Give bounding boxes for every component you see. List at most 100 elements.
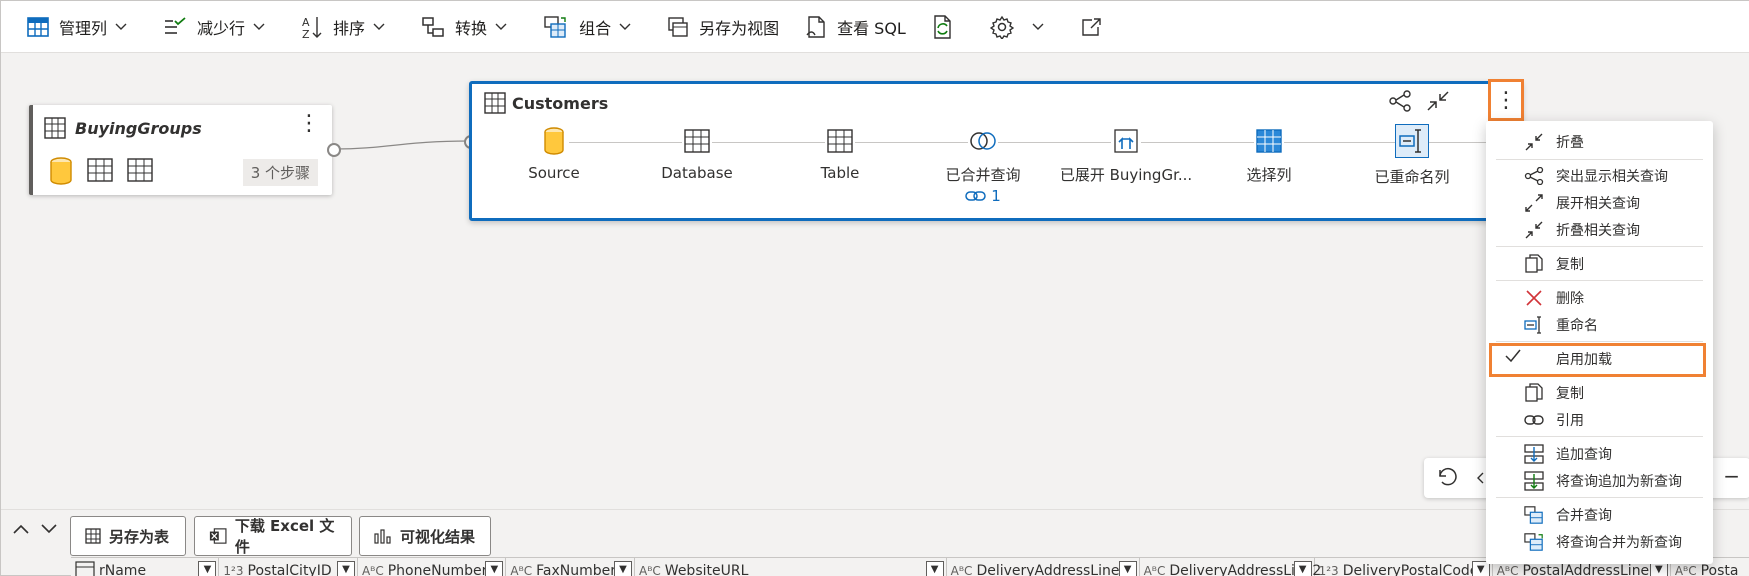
chart-icon [374,529,391,544]
column-dropdown[interactable]: ▼ [1118,561,1137,576]
column-header[interactable]: AᴮC DeliveryAddressLine2 ▼ [1140,558,1321,576]
chevron-left-icon[interactable] [1476,472,1484,484]
table-icon [44,117,66,139]
reduce-rows-icon [165,16,186,34]
column-dropdown[interactable]: ▼ [1293,561,1312,576]
column-dropdown[interactable]: ▼ [485,561,504,576]
column-name: rName [99,563,147,576]
step-label: Table [820,164,860,182]
menu-item-highlight-related[interactable]: 突出显示相关查询 [1486,163,1713,189]
rename-icon [1524,315,1544,335]
menu-item-reference[interactable]: 引用 [1486,407,1713,433]
column-dropdown[interactable]: ▼ [336,561,355,576]
highlight-related-icon[interactable] [1388,90,1412,112]
expand-icon [1111,126,1141,156]
output-port[interactable] [327,143,341,157]
menu-item-copy[interactable]: 复制 [1486,251,1713,277]
database-cylinder-icon[interactable] [49,157,73,185]
excel-icon [209,528,227,544]
undo-icon[interactable] [1436,466,1458,488]
popout-button[interactable] [1072,9,1120,45]
gear-icon [989,15,1014,39]
menu-separator [1496,341,1703,342]
query-card-customers[interactable]: Customers Source Database Table 已合并查询 1 [469,81,1528,221]
column-header[interactable]: 1²3 DeliveryPostalCode ▼ [1315,558,1493,576]
refresh-button[interactable] [924,9,972,45]
step-source[interactable]: Source [484,126,624,182]
step-renamed-columns[interactable]: 已重命名列 [1342,124,1482,187]
column-dropdown[interactable]: ▼ [614,561,633,576]
menu-item-label: 将查询追加为新查询 [1556,474,1682,490]
linked-queries-link[interactable]: 1 [913,187,1053,205]
column-dropdown[interactable]: ▼ [925,561,944,576]
save-as-table-button[interactable]: 另存为表 [70,516,186,556]
chevron-down-icon [1032,23,1044,30]
pane-toggle-group [13,524,57,534]
transform-button[interactable]: 转换 [413,9,525,45]
column-type: 1²3 [223,564,244,576]
menu-item-expand-related[interactable]: 展开相关查询 [1486,190,1713,216]
chevron-up-icon[interactable] [13,524,29,534]
save-as-view-label: 另存为视图 [699,18,780,38]
menu-item-delete[interactable]: 删除 [1486,285,1713,311]
link-icon [965,191,986,201]
menu-item-collapse[interactable]: 折叠 [1486,129,1713,155]
steps-count-badge: 3 个步骤 [242,159,318,186]
collapse-icon [1524,132,1544,152]
menu-separator [1496,436,1703,437]
manage-columns-button[interactable]: 管理列 [19,9,145,45]
column-header[interactable]: AᴮC WebsiteURL ▼ [635,558,947,576]
settings-button[interactable] [982,9,1062,45]
save-as-view-button[interactable]: 另存为视图 [659,9,787,45]
menu-item-append-as-new[interactable]: 将查询追加为新查询 [1486,468,1713,494]
visualize-results-button[interactable]: 可视化结果 [359,516,491,556]
sort-button[interactable]: AZ 排序 [293,9,403,45]
reduce-rows-button[interactable]: 减少行 [155,9,283,45]
column-name: FaxNumber [536,563,617,576]
table-icon[interactable] [87,157,113,183]
column-header[interactable]: AᴮC PhoneNumber ▼ [358,558,507,576]
menu-item-merge-queries[interactable]: 合并查询 [1486,502,1713,528]
step-expanded-buyinggroups[interactable]: 已展开 BuyingGr... [1056,126,1196,185]
column-dropdown[interactable]: ▼ [198,561,217,576]
collapse-icon[interactable] [1426,90,1450,112]
column-header[interactable]: AᴮC FaxNumber ▼ [506,558,636,576]
table-icon [682,126,712,156]
table-icon[interactable] [127,157,153,183]
download-excel-label: 下载 Excel 文件 [234,517,335,556]
combine-button[interactable]: 组合 [535,9,649,45]
chevron-down-icon[interactable] [41,524,57,534]
menu-item-append-queries[interactable]: 追加查询 [1486,441,1713,467]
save-as-view-icon [668,16,688,37]
column-header[interactable]: 1²3 PostalCityID ▼ [219,558,358,576]
query-connector-line [335,140,469,150]
view-sql-button[interactable]: 查看 SQL [797,9,914,45]
table-icon [75,561,95,576]
step-table[interactable]: Table [770,126,910,182]
menu-item-duplicate[interactable]: 复制 [1486,380,1713,406]
combine-label: 组合 [579,18,612,38]
column-header[interactable]: rName ▼ [71,558,220,576]
more-options-button[interactable]: ⋮ [1488,79,1524,121]
menu-item-merge-as-new[interactable]: 将查询合并为新查询 [1486,529,1713,555]
menu-item-collapse-related[interactable]: 折叠相关查询 [1486,217,1713,243]
query-card-buyinggroups[interactable]: BuyingGroups ⋮ 3 个步骤 [29,105,332,195]
download-excel-button[interactable]: 下载 Excel 文件 [194,516,352,556]
menu-separator [1496,280,1703,281]
zoom-out-button[interactable]: − [1723,464,1740,488]
step-database[interactable]: Database [627,126,767,182]
column-header[interactable]: AᴮC DeliveryAddressLine1 ▼ [947,558,1140,576]
step-label: 已合并查询 [945,166,1021,184]
step-merged-queries[interactable]: 已合并查询 1 [913,126,1053,205]
step-choose-columns[interactable]: 选择列 [1199,126,1339,185]
database-cylinder-icon [539,126,569,156]
view-sql-icon [806,15,825,38]
menu-item-rename[interactable]: 重命名 [1486,312,1713,338]
more-options-button[interactable]: ⋮ [298,113,320,135]
menu-item-label: 折叠 [1556,135,1584,151]
chevron-down-icon [495,23,507,30]
sort-label: 排序 [333,18,366,38]
menu-item-label: 合并查询 [1556,508,1612,524]
toolbar: 管理列 减少行 AZ 排序 转换 组合 另存为视图 查看 SQL [1,1,1749,53]
column-type: AᴮC [639,564,661,576]
